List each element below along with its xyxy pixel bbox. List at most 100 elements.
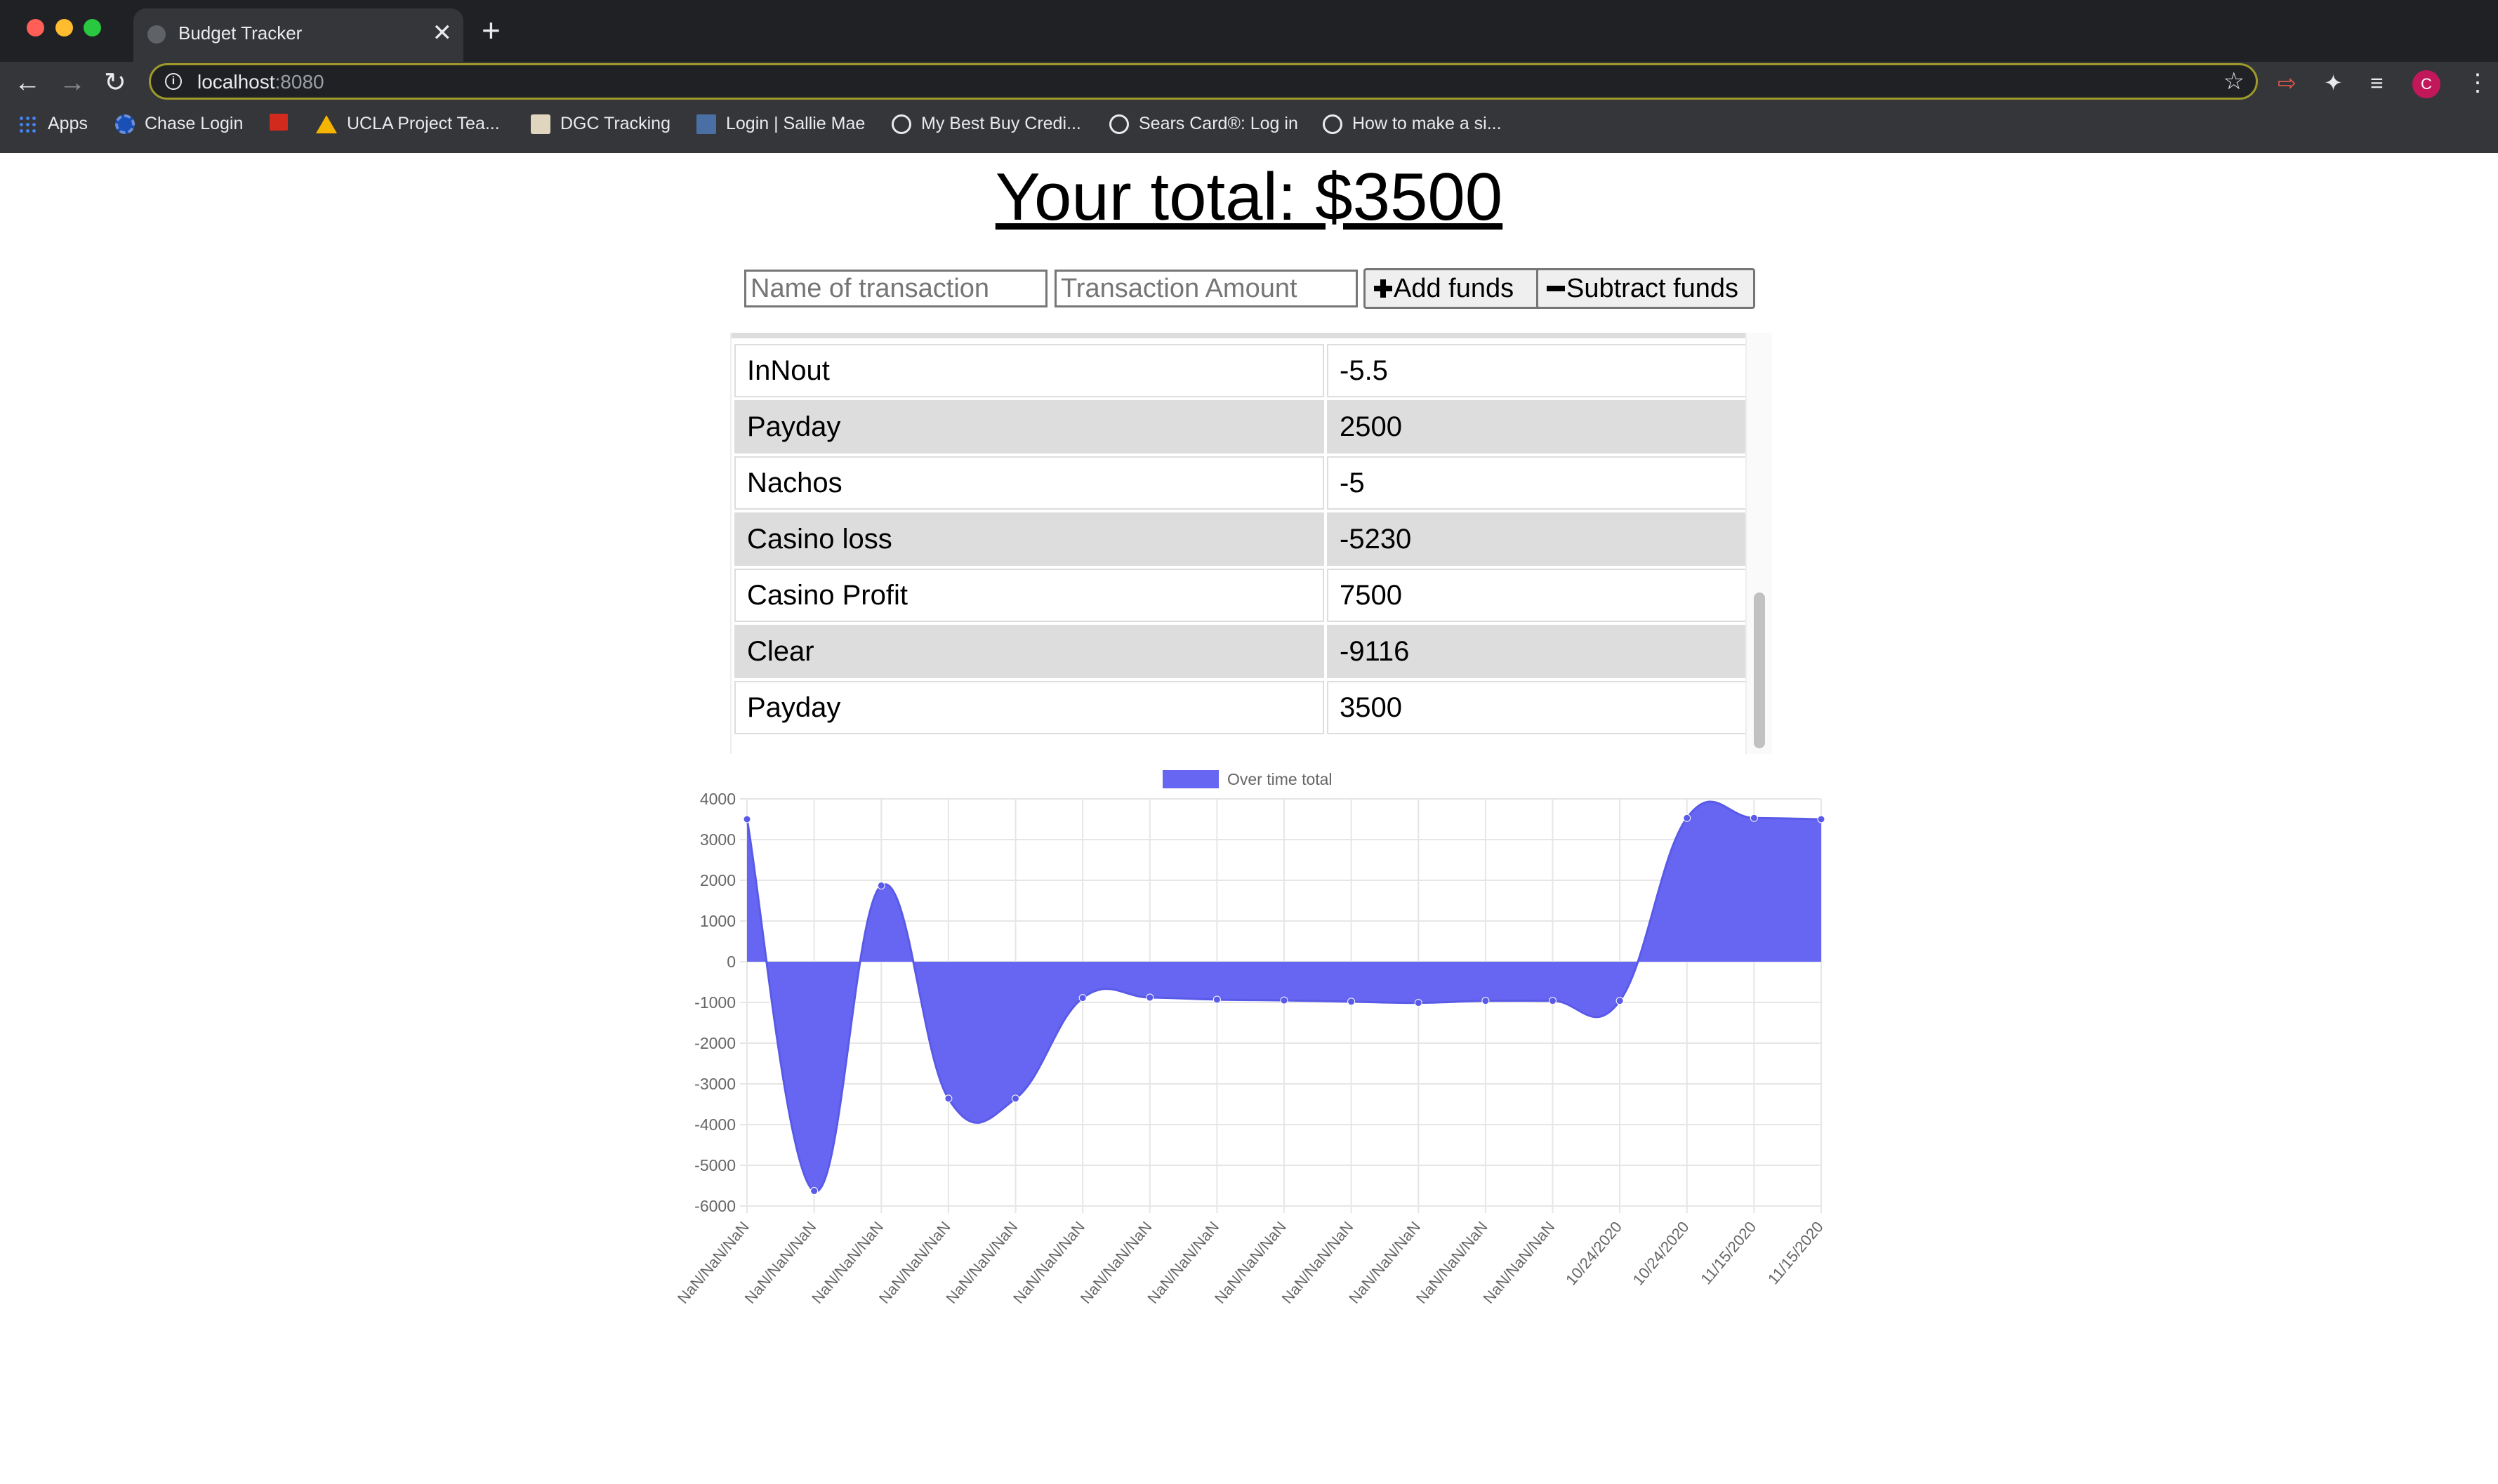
table-row: Payday 3500 [734,681,1750,734]
minimize-window-button[interactable] [55,19,73,37]
extensions-puzzle-icon[interactable]: ✦ [2324,66,2343,100]
extension-cast-icon[interactable]: ⇨ [2278,66,2297,100]
bookmark-label: DGC Tracking [560,114,670,133]
url-text: localhost:8080 [197,71,324,93]
table-row: Clear -9116 [734,625,1750,678]
globe-icon [1323,114,1342,134]
x-tick-label: 11/15/2020 [1697,1218,1759,1287]
data-point [877,882,885,890]
bookmark-sallie-mae[interactable]: Login | Sallie Mae [696,114,865,134]
browser-chrome: Budget Tracker ✕ + ← → ↻ i localhost:808… [0,0,2498,153]
table-scrollbar[interactable] [1745,333,1772,754]
transactions-table: InNout -5.5 Payday 2500 Nachos -5 Casino… [732,341,1752,737]
bookmark-red[interactable] [270,114,288,131]
transaction-name-input[interactable] [744,270,1048,307]
close-tab-icon[interactable]: ✕ [432,19,453,47]
y-tick-label: 1000 [700,912,736,930]
x-tick-label: NaN/NaN/NaN [1010,1218,1088,1307]
x-tick-label: NaN/NaN/NaN [1211,1218,1290,1307]
transaction-amount-cell: 2500 [1327,400,1750,453]
data-point [1078,994,1087,1002]
transaction-amount-input[interactable] [1055,270,1358,307]
y-tick-label: -1000 [694,993,736,1012]
bookmark-apps[interactable]: Apps [18,114,88,134]
reading-list-icon[interactable]: ≡ [2370,66,2384,100]
tab-budget-tracker[interactable]: Budget Tracker ✕ [133,8,463,62]
bookmark-dgc-tracking[interactable]: DGC Tracking [531,114,670,134]
x-tick-label: NaN/NaN/NaN [1479,1218,1558,1307]
transactions-table-container[interactable]: InNout -5.5 Payday 2500 Nachos -5 Casino… [730,333,1772,754]
transaction-name-cell: Clear [734,625,1324,678]
x-tick-label: NaN/NaN/NaN [942,1218,1021,1307]
transaction-amount-cell: -5230 [1327,512,1750,566]
table-row: Payday 2500 [734,400,1750,453]
bookmark-label: Sears Card®: Log in [1139,114,1298,133]
browser-toolbar: ← → ↻ i localhost:8080 ☆ ⇨ ✦ ≡ C ⋮ [0,62,2498,104]
subtract-funds-button[interactable]: Subtract funds [1536,268,1755,309]
transaction-name-cell: Casino loss [734,512,1324,566]
transaction-name-cell: Payday [734,400,1324,453]
plus-icon [1374,279,1392,298]
data-point [1750,814,1758,822]
bookmark-star-icon[interactable]: ☆ [2223,67,2245,95]
transaction-amount-cell: -9116 [1327,625,1750,678]
data-point [1549,997,1557,1005]
close-window-button[interactable] [27,19,44,37]
y-tick-label: -5000 [694,1156,736,1174]
zoom-window-button[interactable] [84,19,101,37]
bookmark-best-buy[interactable]: My Best Buy Credi... [892,114,1081,134]
forward-arrow-icon[interactable]: → [59,62,86,104]
x-tick-label: 10/24/2020 [1630,1218,1693,1288]
legend-swatch [1163,770,1219,788]
bookmark-sears-card[interactable]: Sears Card®: Log in [1109,114,1298,134]
y-tick-label: -4000 [694,1115,736,1134]
y-tick-label: 2000 [700,871,736,889]
bookmark-label: My Best Buy Credi... [921,114,1081,133]
bookmark-label: UCLA Project Tea... [347,114,500,133]
data-point [743,815,751,823]
x-tick-label: NaN/NaN/NaN [808,1218,887,1307]
address-bar[interactable]: i localhost:8080 ☆ [149,63,2258,100]
x-tick-label: NaN/NaN/NaN [1144,1218,1222,1307]
data-point [944,1094,953,1103]
url-port: :8080 [275,71,324,93]
transaction-amount-cell: -5.5 [1327,344,1750,397]
profile-avatar[interactable]: C [2412,70,2440,98]
transaction-name-cell: Nachos [734,456,1324,510]
bookmark-how-to[interactable]: How to make a si... [1323,114,1502,134]
tab-strip: Budget Tracker ✕ + [0,0,2498,62]
legend-label: Over time total [1227,770,1333,788]
bookmark-label: How to make a si... [1352,114,1502,133]
table-row: InNout -5.5 [734,344,1750,397]
y-tick-label: -2000 [694,1034,736,1052]
bookmark-chase-login[interactable]: Chase Login [115,114,243,134]
x-tick-label: NaN/NaN/NaN [1278,1218,1357,1307]
info-icon[interactable]: i [165,73,182,90]
bookmark-label: Login | Sallie Mae [726,114,866,133]
bookmarks-bar: Apps Chase Login UCLA Project Tea... DGC… [0,104,2498,153]
back-arrow-icon[interactable]: ← [14,62,41,104]
browser-menu-icon[interactable]: ⋮ [2466,66,2490,100]
y-tick-label: 4000 [700,790,736,808]
minus-icon [1547,286,1565,291]
data-point [1481,997,1490,1005]
globe-icon [892,114,911,134]
table-row: Casino Profit 7500 [734,569,1750,622]
x-tick-label: NaN/NaN/NaN [1413,1218,1491,1307]
x-tick-label: NaN/NaN/NaN [741,1218,820,1307]
sallie-mae-icon [696,114,716,134]
bookmark-ucla-project[interactable]: UCLA Project Tea... [316,114,500,134]
tab-title: Budget Tracker [178,22,303,44]
url-host: localhost [197,71,275,93]
transaction-name-cell: InNout [734,344,1324,397]
new-tab-button[interactable]: + [482,13,501,48]
dgc-icon [531,114,550,134]
reload-icon[interactable]: ↻ [104,62,126,104]
subtract-funds-label: Subtract funds [1566,273,1739,303]
add-funds-label: Add funds [1394,273,1514,303]
table-row: Nachos -5 [734,456,1750,510]
globe-icon [1109,114,1129,134]
transaction-amount-cell: 7500 [1327,569,1750,622]
bookmark-label: Chase Login [145,114,244,133]
scrollbar-thumb[interactable] [1754,592,1765,748]
